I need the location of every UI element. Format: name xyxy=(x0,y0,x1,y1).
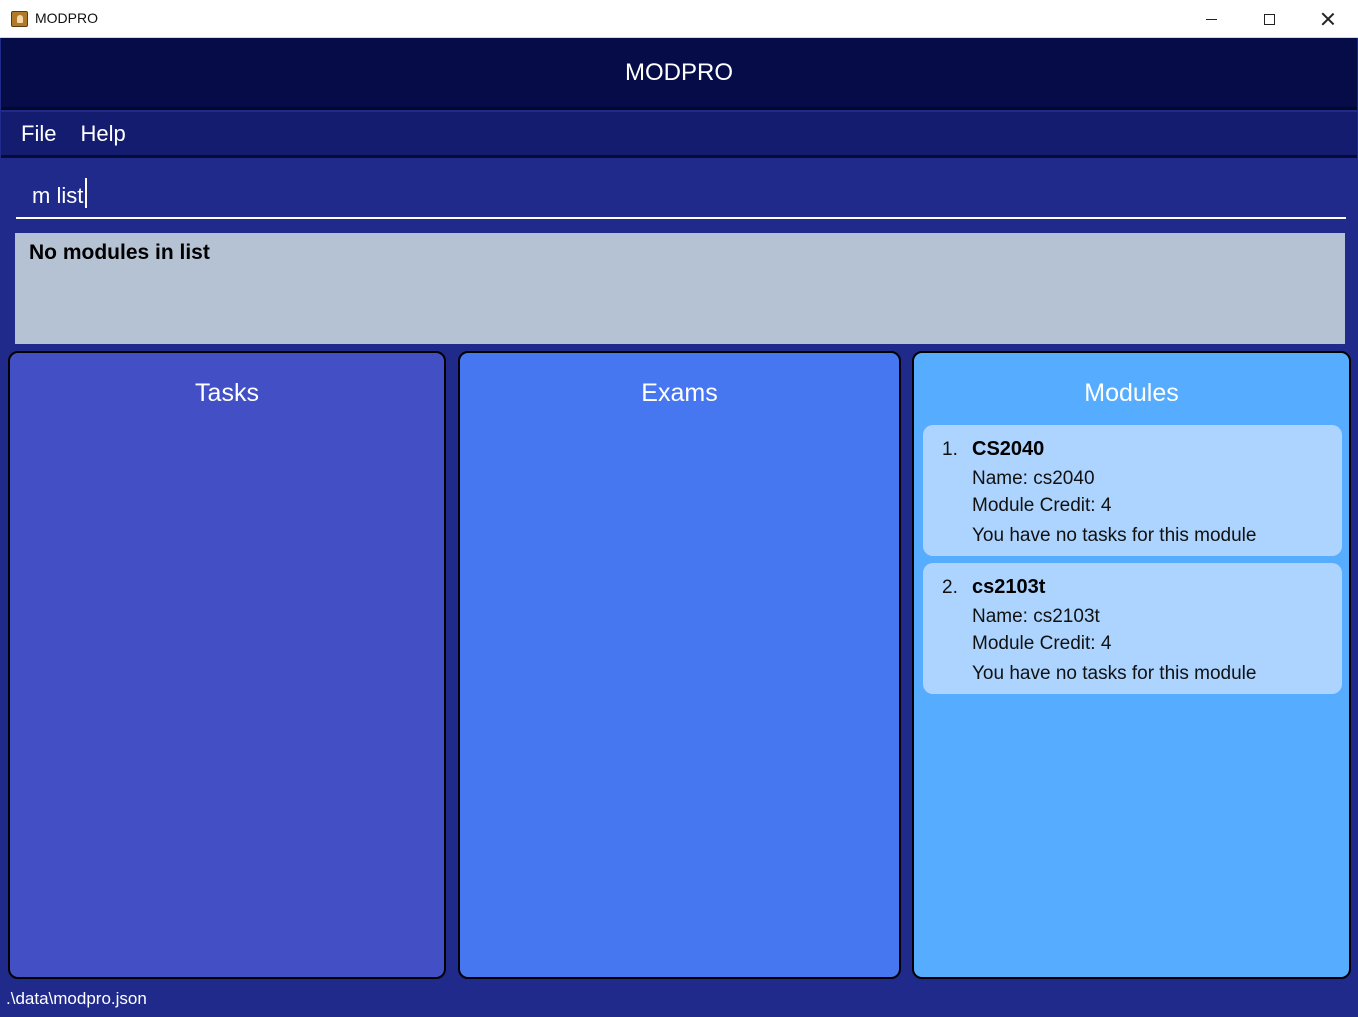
data-file-path: .\data\modpro.json xyxy=(6,989,147,1008)
app-header: MODPRO xyxy=(1,38,1357,110)
tasks-panel[interactable]: Tasks xyxy=(8,351,446,979)
module-credit: Module Credit: 4 xyxy=(972,633,1112,654)
exams-panel-title: Exams xyxy=(641,379,718,407)
menu-help[interactable]: Help xyxy=(80,121,125,147)
module-tasks-status: You have no tasks for this module xyxy=(972,663,1257,684)
module-tasks-status: You have no tasks for this module xyxy=(972,525,1257,546)
module-index: 1. xyxy=(942,439,958,460)
app-icon xyxy=(11,11,28,27)
close-icon xyxy=(1321,12,1335,26)
maximize-button[interactable] xyxy=(1240,0,1298,38)
modules-panel[interactable]: Modules 1. CS2040 Name: cs2040 Module Cr… xyxy=(912,351,1351,979)
result-message: No modules in list xyxy=(29,241,210,264)
result-display: No modules in list xyxy=(15,233,1345,344)
status-bar: .\data\modpro.json xyxy=(0,984,1358,1017)
close-button[interactable] xyxy=(1299,0,1357,38)
module-code: cs2103t xyxy=(972,576,1046,598)
window-titlebar: MODPRO xyxy=(0,0,1358,38)
command-area xyxy=(1,160,1357,228)
module-name: Name: cs2040 xyxy=(972,468,1095,489)
module-card[interactable]: 2. cs2103t Name: cs2103t Module Credit: … xyxy=(923,563,1342,694)
module-index: 2. xyxy=(942,577,958,598)
module-credit: Module Credit: 4 xyxy=(972,495,1112,516)
command-input[interactable] xyxy=(16,175,1346,219)
menu-file[interactable]: File xyxy=(21,121,56,147)
window-title: MODPRO xyxy=(35,10,98,26)
module-card[interactable]: 1. CS2040 Name: cs2040 Module Credit: 4 … xyxy=(923,425,1342,556)
module-name: Name: cs2103t xyxy=(972,606,1100,627)
tasks-panel-title: Tasks xyxy=(195,379,259,407)
maximize-icon xyxy=(1263,13,1275,25)
app-title: MODPRO xyxy=(625,58,733,86)
module-code: CS2040 xyxy=(972,438,1045,460)
minimize-button[interactable] xyxy=(1182,0,1240,38)
text-caret xyxy=(85,178,87,208)
modules-panel-title: Modules xyxy=(1084,379,1179,407)
exams-panel[interactable]: Exams xyxy=(458,351,901,979)
minimize-icon xyxy=(1205,18,1217,20)
menu-bar: File Help xyxy=(1,112,1357,158)
